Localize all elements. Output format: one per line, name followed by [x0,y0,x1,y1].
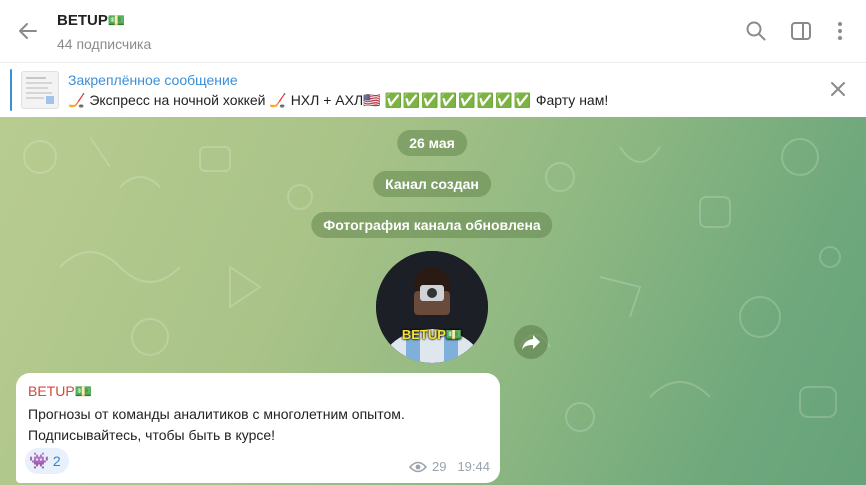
message-line-1: Прогнозы от команды аналитиков с многоле… [28,406,405,422]
eye-icon [408,461,427,472]
message-meta: 29 19:44 [408,459,490,474]
service-channel-created: Канал создан [373,171,491,197]
reaction-chip[interactable]: 👾 2 [25,448,69,474]
pinned-text-part2: Фарту нам! [535,92,609,108]
reaction-emoji: 👾 [29,453,49,470]
share-button[interactable] [514,325,548,359]
chat-area: 26 мая Канал создан Фотография канала об… [0,117,866,485]
pinned-checks: ✅✅✅✅✅✅✅✅ [384,92,532,108]
pinned-title: Закреплённое сообщение [68,72,238,88]
channel-title[interactable]: BETUP💵 [57,12,125,29]
view-count: 29 [431,459,447,474]
sidebar-toggle-button[interactable] [789,19,813,43]
pinned-text: 🏒 Экспресс на ночной хоккей 🏒 НХЛ + АХЛ🇺… [68,92,608,109]
search-icon [746,21,766,41]
channel-photo[interactable]: BETUP💵 [376,251,488,363]
message-bubble[interactable]: BETUP💵 Прогнозы от команды аналитиков с … [16,373,500,483]
channel-name: BETUP [57,12,108,29]
subscriber-count: 44 подписчика [57,36,152,52]
pinned-indicator [10,69,12,111]
message-line-2: Подписывайтесь, чтобы быть в курсе! [28,427,276,443]
sidebar-toggle-icon [791,22,811,40]
chat-header: BETUP💵 44 подписчика [0,0,866,62]
pinned-text-part1: 🏒 Экспресс на ночной хоккей 🏒 НХЛ + АХЛ🇺… [68,92,381,108]
title-emoji: 💵 [107,12,126,28]
service-date: 26 мая [397,130,467,156]
more-button[interactable] [828,19,852,43]
message-author[interactable]: BETUP💵 [28,383,92,400]
message-text: Прогнозы от команды аналитиков с многоле… [28,404,488,446]
share-arrow-icon [522,335,540,350]
pinned-message-bar[interactable]: Закреплённое сообщение 🏒 Экспресс на ноч… [0,62,866,117]
more-vertical-icon [838,22,842,40]
service-photo-updated: Фотография канала обновлена [311,212,553,238]
search-button[interactable] [744,19,768,43]
photo-caption: BETUP💵 [401,327,463,342]
reaction-count: 2 [52,453,61,469]
message-time: 19:44 [457,459,490,474]
back-arrow-icon [19,23,37,39]
close-pinned-button[interactable] [827,78,849,100]
channel-photo-image [376,251,488,363]
back-button[interactable] [14,17,42,45]
close-icon [831,82,845,96]
pinned-thumbnail [21,71,59,109]
